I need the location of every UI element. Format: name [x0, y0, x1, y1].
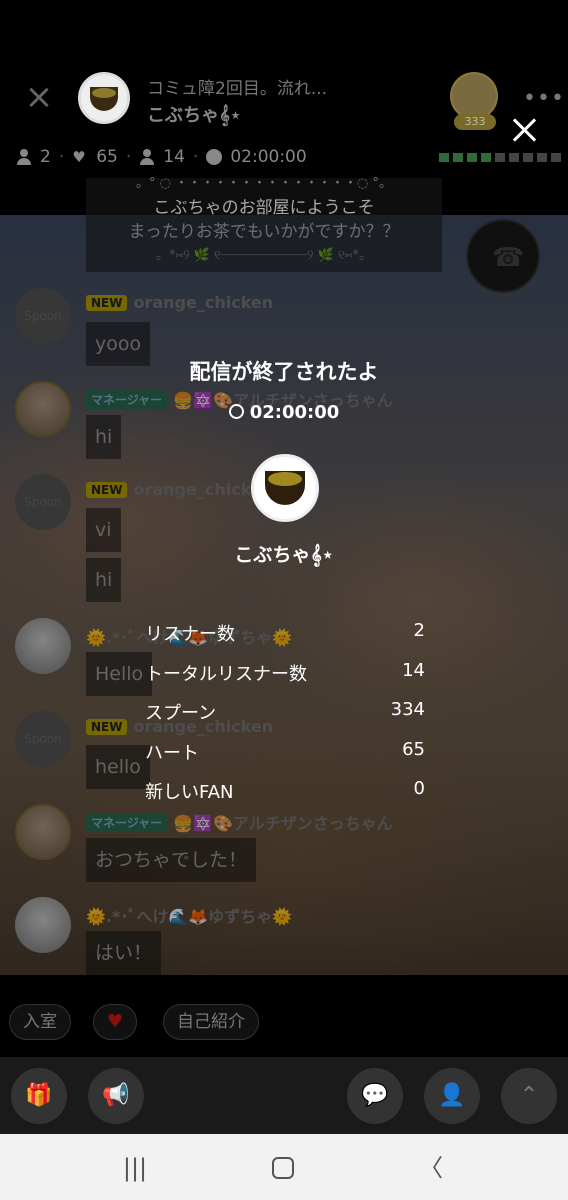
close-icon[interactable]: × [24, 80, 54, 114]
quick-chip-bar [0, 975, 568, 1057]
expand-button[interactable]: ⌃ [501, 1068, 557, 1124]
top-listener-badge: 333 [454, 114, 496, 130]
enter-chip[interactable]: 入室 [9, 1004, 71, 1040]
host-name: こぶちゃ𝄞⋆ [147, 105, 242, 126]
chevron-up-icon: ⌃ [519, 1083, 539, 1108]
chat-icon: 💬 [361, 1083, 389, 1108]
end-host-avatar [251, 454, 319, 522]
listener-icon [16, 149, 32, 165]
end-host-name: こぶちゃ𝄞⋆ [234, 544, 334, 566]
stat-row-spoons: スプーン 334 [145, 699, 425, 724]
back-icon[interactable]: 〈 [411, 1150, 451, 1186]
fans-icon [139, 149, 155, 165]
profile-icon: 👤 [438, 1083, 466, 1108]
modal-close-icon[interactable] [511, 116, 539, 144]
end-stats: リスナー数 2 トータルリスナー数 14 スプーン 334 ハート 65 新しいFAN 0 [145, 620, 425, 818]
gift-button[interactable]: 🎁 [11, 1068, 67, 1124]
stat-row-total-listeners: トータルリスナー数 14 [145, 659, 425, 685]
bottom-toolbar [0, 1057, 568, 1134]
more-options-icon[interactable]: ••• [523, 86, 565, 111]
chat-button[interactable]: 💬 [347, 1068, 403, 1124]
live-stats: 2 · ♥ 65 · 14 · 02:00:00 [16, 147, 307, 167]
signal-bars [439, 153, 561, 162]
stat-row-new-fans: 新しいFAN 0 [145, 778, 425, 803]
live-title: コミュ障2回目。流れ... [147, 79, 328, 99]
fans-count: 14 [163, 147, 185, 167]
recent-apps-icon[interactable]: ||| [115, 1150, 155, 1186]
end-duration: 02:00:00 [0, 402, 568, 423]
end-title: 配信が終了されたよ [189, 360, 379, 384]
live-duration: 02:00:00 [230, 147, 307, 167]
speaker-icon: 📢 [102, 1083, 130, 1108]
gift-icon: 🎁 [25, 1083, 53, 1108]
modal-backdrop [0, 215, 568, 975]
stat-row-hearts: ハート 65 [145, 738, 425, 764]
listener-count: 2 [40, 147, 51, 167]
home-icon[interactable] [272, 1157, 294, 1179]
clock-icon [206, 149, 223, 165]
heart-count: 65 [96, 147, 118, 167]
speaker-button[interactable]: 📢 [88, 1068, 144, 1124]
host-avatar[interactable] [78, 72, 130, 124]
profile-button[interactable]: 👤 [424, 1068, 480, 1124]
heart-icon: ♥ [72, 148, 86, 166]
intro-chip[interactable]: 自己紹介 [163, 1004, 259, 1040]
clock-icon [228, 404, 244, 419]
stat-row-listeners: リスナー数 2 [145, 620, 425, 645]
top-listener-avatar[interactable] [450, 72, 498, 120]
heart-chip[interactable]: ♥ [93, 1004, 138, 1040]
